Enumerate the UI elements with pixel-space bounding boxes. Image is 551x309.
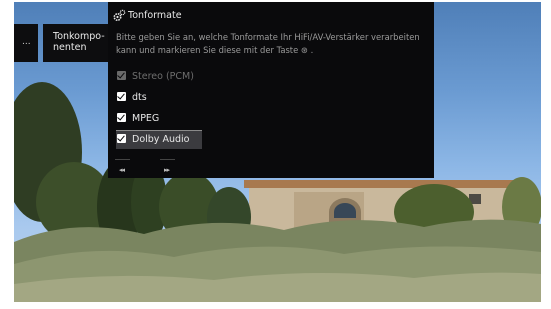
fast-forward-icon[interactable]: ▸▸ [164, 166, 170, 174]
sidebar-collapsed[interactable]: ... [14, 24, 38, 62]
sidebar-item-tonkomponenten[interactable]: Tonkompo- nenten [43, 24, 109, 62]
option-dolby-audio[interactable]: Dolby Audio [116, 130, 202, 149]
tv-screen: ... Tonkompo- nenten Tonformate Bitte ge… [14, 2, 541, 302]
nav-divider [115, 159, 130, 160]
checkbox [117, 71, 126, 80]
option-label: Dolby Audio [132, 134, 190, 145]
option-stereo-pcm: Stereo (PCM) [116, 68, 202, 86]
option-dts[interactable]: dts [116, 89, 202, 107]
tonformate-dialog: Tonformate Bitte geben Sie an, welche To… [108, 2, 434, 178]
olive-grove [14, 219, 541, 302]
rewind-icon[interactable]: ◂◂ [119, 166, 125, 174]
option-label: dts [132, 92, 147, 103]
checkbox[interactable] [117, 113, 126, 122]
dialog-description: Bitte geben Sie an, welche Tonformate Ih… [116, 32, 420, 55]
checkbox[interactable] [117, 134, 126, 143]
checkbox[interactable] [117, 92, 126, 101]
gear-icon [113, 9, 126, 22]
option-mpeg[interactable]: MPEG [116, 110, 202, 128]
sidebar-collapsed-label: ... [22, 37, 31, 47]
nav-divider [160, 159, 175, 160]
option-label: MPEG [132, 113, 160, 124]
dialog-title: Tonformate [128, 10, 182, 21]
option-label: Stereo (PCM) [132, 71, 194, 82]
